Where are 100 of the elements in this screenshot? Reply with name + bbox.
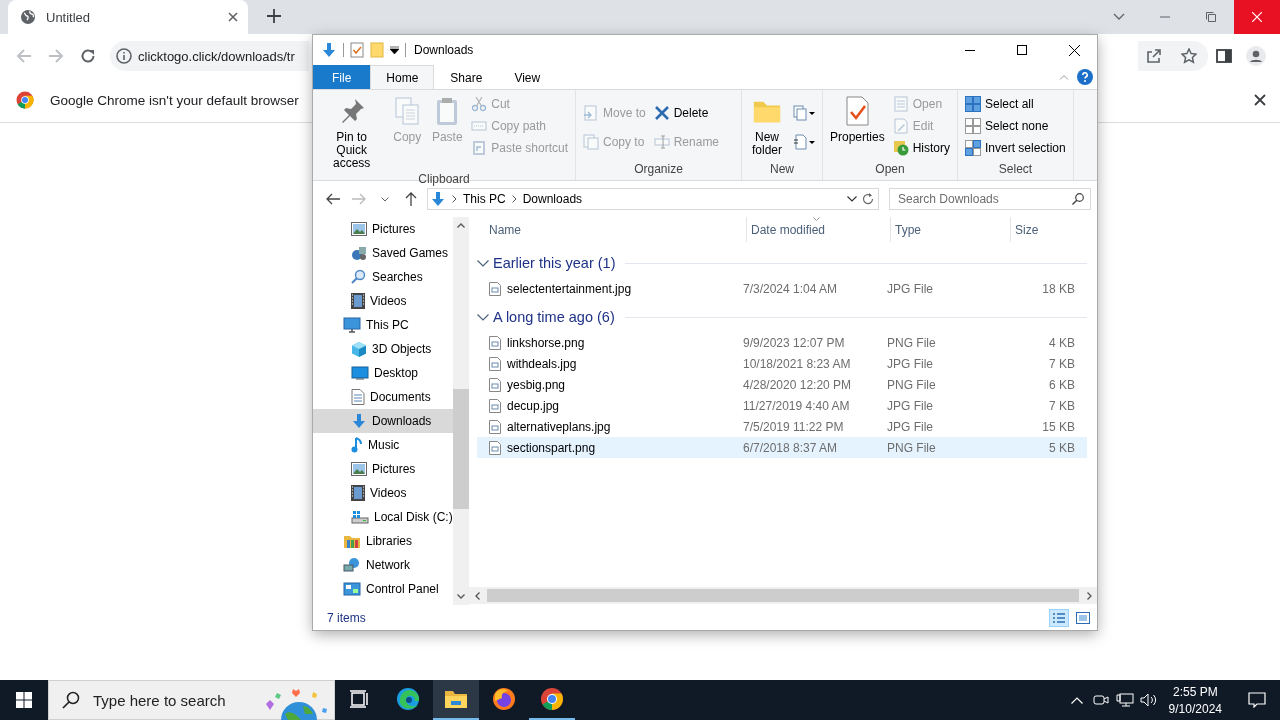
scroll-up-icon <box>457 223 465 228</box>
nav-item[interactable]: Network <box>313 553 453 577</box>
refresh-button[interactable] <box>861 192 875 206</box>
nav-item[interactable]: Documents <box>313 385 453 409</box>
column-header[interactable]: Date modified <box>747 217 891 242</box>
ribbon-button[interactable]: Pin to Quick access <box>317 93 387 170</box>
nav-item[interactable]: Videos <box>313 289 453 313</box>
sort-indicator-icon <box>813 217 820 221</box>
help-icon <box>1077 69 1093 85</box>
ribbon-group-label: Select <box>997 161 1034 178</box>
forward-arrow-icon <box>48 48 64 64</box>
close-icon <box>228 12 238 22</box>
forward-arrow-icon <box>352 193 366 205</box>
chevron-right-icon <box>452 195 457 203</box>
address-bar[interactable]: clicktogo.click/downloads/tr <box>110 41 309 71</box>
date-cell-text: 4/28/2020 12:20 PM <box>742 377 853 392</box>
close-button[interactable] <box>1254 94 1266 106</box>
nav-item[interactable]: Downloads <box>313 409 453 433</box>
file-row[interactable]: selectentertainment.jpg 7/3/2024 1:04 AM JPG File 18 KB <box>477 278 1087 299</box>
select-all-icon <box>965 96 981 112</box>
nav-item[interactable]: Pictures <box>313 457 453 481</box>
ribbon-tab[interactable]: Share <box>434 65 499 89</box>
nav-item[interactable]: 3D Objects <box>313 337 453 361</box>
customize-menu-button[interactable] <box>390 46 399 54</box>
file-name: selectentertainment.jpg <box>507 281 632 296</box>
url-text: clicktogo.click/downloads/tr <box>138 48 295 64</box>
file-name: sectionspart.png <box>507 440 596 455</box>
nav-item[interactable]: Pictures <box>313 217 453 241</box>
column-header[interactable]: Type <box>891 217 1011 242</box>
select-none-icon <box>965 118 981 134</box>
nav-item[interactable]: Control Panel <box>313 577 453 601</box>
file-name: yesbig.png <box>507 377 566 392</box>
scissors-icon <box>471 96 488 112</box>
nav-item[interactable]: Libraries <box>313 529 453 553</box>
search-field[interactable]: Search Downloads <box>889 188 1091 210</box>
file-row[interactable]: decup.jpg 11/27/2019 4:40 AM JPG File 7 KB <box>477 395 1087 416</box>
help-button[interactable] <box>1077 69 1093 85</box>
address-dropdown-button[interactable] <box>847 196 857 202</box>
scrollbar[interactable] <box>453 217 469 605</box>
ribbon-button[interactable]: Select none <box>962 115 1069 137</box>
search-icon <box>351 269 367 285</box>
type-cell-text: PNG File <box>886 335 937 350</box>
file-name: alternativeplans.jpg <box>507 419 611 434</box>
restore-icon <box>1206 12 1216 22</box>
ribbon-button[interactable]: Select all <box>962 93 1069 115</box>
chrome-logo-icon <box>16 91 34 109</box>
nav-item[interactable]: Music <box>313 433 453 457</box>
type-cell-text: PNG File <box>886 377 937 392</box>
info-icon <box>116 48 132 64</box>
scrollbar[interactable] <box>469 587 1097 604</box>
browser-tab[interactable]: Untitled <box>8 0 248 34</box>
file-row[interactable]: withdeals.jpg 10/18/2021 8:23 AM JPG File 7 KB <box>477 353 1087 374</box>
taskbar-app-button[interactable] <box>433 680 479 720</box>
date-cell-text: 6/7/2018 8:37 AM <box>742 440 839 455</box>
nav-item[interactable]: This PC <box>313 313 453 337</box>
dropdown-arrow-icon <box>390 46 399 54</box>
chevron-right-icon <box>511 195 517 203</box>
copy-path-icon <box>471 118 488 134</box>
libraries-icon <box>343 533 361 549</box>
ribbon-button[interactable]: Invert selection <box>962 137 1069 159</box>
file-icon <box>489 398 501 413</box>
nav-item[interactable]: Searches <box>313 265 453 289</box>
nav-item[interactable]: Local Disk (C:) <box>313 505 453 529</box>
file-row[interactable]: linkshorse.png 9/9/2023 12:07 PM PNG File 4 KB <box>477 332 1087 353</box>
ribbon-button[interactable]: New folder <box>746 93 788 157</box>
column-header[interactable]: Size <box>1011 217 1089 242</box>
ribbon-button[interactable]: Properties <box>827 93 888 144</box>
tab-title: Untitled <box>46 9 92 25</box>
bookmark-button[interactable] <box>1170 41 1208 71</box>
date-cell-text: 9/9/2023 12:07 PM <box>742 335 846 350</box>
properties-button[interactable] <box>350 42 364 58</box>
ribbon-button[interactable]: Delete <box>650 102 723 124</box>
file-row[interactable]: yesbig.png 4/28/2020 12:20 PM PNG File 6 KB <box>477 374 1087 395</box>
drive-icon <box>351 510 369 524</box>
file-menu-button[interactable]: File <box>313 65 371 89</box>
ribbon-tab[interactable]: Home <box>370 65 435 90</box>
nav-item[interactable]: Saved Games <box>313 241 453 265</box>
breadcrumb-item[interactable]: This PC <box>463 192 506 206</box>
ribbon-button[interactable]: History <box>889 137 954 159</box>
bookmark-star-icon <box>1181 48 1197 64</box>
address-field[interactable]: This PC Downloads <box>427 188 879 210</box>
ribbon-tab[interactable]: View <box>498 65 557 89</box>
column-header[interactable]: Name <box>485 217 747 242</box>
nav-item[interactable]: Videos <box>313 481 453 505</box>
size-cell-text: 4 KB <box>1048 335 1075 350</box>
size-cell-text: 6 KB <box>1048 377 1075 392</box>
view-button[interactable] <box>1049 608 1069 627</box>
date-cell-text: 11/27/2019 4:40 AM <box>742 398 851 413</box>
search-field[interactable]: Type here to search <box>48 680 335 720</box>
collapse-chevron-icon[interactable] <box>477 259 489 267</box>
chevron-down-icon <box>847 196 857 202</box>
nav-item[interactable]: Desktop <box>313 361 453 385</box>
chrome-logo-icon <box>540 687 564 711</box>
minimize-icon <box>1160 16 1170 18</box>
collapse-chevron-icon[interactable] <box>477 313 489 321</box>
breadcrumb-item[interactable]: Downloads <box>522 192 583 206</box>
file-row[interactable]: sectionspart.png 6/7/2018 8:37 AM PNG File 5 KB <box>477 437 1087 458</box>
share-button[interactable] <box>1138 41 1170 71</box>
file-row[interactable]: alternativeplans.jpg 7/5/2019 11:22 PM JPG File 15 KB <box>477 416 1087 437</box>
side-panel-icon <box>1216 48 1232 64</box>
